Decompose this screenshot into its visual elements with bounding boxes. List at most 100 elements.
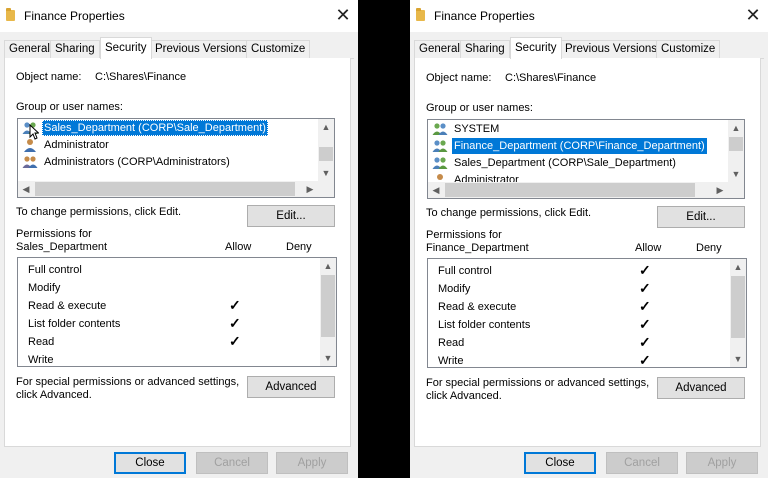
- object-name-label: Object name:: [16, 71, 82, 83]
- tab-strip: General Sharing Security Previous Versio…: [4, 37, 354, 59]
- permission-name: Full control: [28, 264, 82, 276]
- permission-row: Read & execute: [438, 298, 516, 316]
- scroll-left-icon[interactable]: ◀: [428, 182, 444, 198]
- allow-check-icon: ✓: [639, 352, 651, 368]
- allow-column-header: Allow: [225, 241, 252, 253]
- object-name-value: C:\Shares\Finance: [95, 71, 187, 83]
- scroll-left-icon[interactable]: ◀: [18, 181, 34, 197]
- tab-sharing[interactable]: Sharing: [50, 40, 100, 58]
- vertical-scrollbar[interactable]: ▲ ▼: [318, 119, 334, 181]
- scroll-up-icon[interactable]: ▲: [728, 120, 744, 136]
- advanced-button[interactable]: Advanced: [657, 377, 745, 399]
- scroll-down-icon[interactable]: ▼: [318, 165, 334, 181]
- permissions-for-name: Sales_Department: [16, 241, 108, 253]
- security-panel: Object name: C:\Shares\Finance Group or …: [414, 58, 761, 447]
- properties-dialog-left: Finance Properties ✕ General Sharing Sec…: [0, 0, 358, 478]
- tab-security[interactable]: Security: [100, 37, 152, 59]
- close-icon[interactable]: ✕: [332, 4, 354, 26]
- vertical-scrollbar[interactable]: ▲ ▼: [320, 258, 336, 366]
- scroll-down-icon[interactable]: ▼: [730, 351, 746, 367]
- scroll-right-icon[interactable]: ▶: [712, 182, 728, 198]
- folder-icon: [6, 8, 15, 21]
- permission-name: List folder contents: [438, 319, 531, 331]
- horizontal-scrollbar[interactable]: ◀ ▶: [18, 181, 318, 197]
- edit-button[interactable]: Edit...: [247, 205, 335, 227]
- permission-name: Modify: [438, 283, 471, 295]
- mouse-cursor-icon: [29, 124, 39, 140]
- tab-customize[interactable]: Customize: [656, 40, 721, 58]
- window-title: Finance Properties: [24, 9, 125, 23]
- user-list[interactable]: Sales_Department (CORP\Sale_Department) …: [17, 118, 335, 198]
- permission-name: Read: [28, 336, 55, 348]
- allow-check-icon: ✓: [639, 280, 651, 296]
- tab-security[interactable]: Security: [510, 37, 562, 59]
- permission-row: Full control: [28, 261, 82, 279]
- allow-check-icon: ✓: [229, 333, 241, 349]
- close-button[interactable]: Close: [524, 452, 596, 474]
- deny-column-header: Deny: [696, 242, 722, 254]
- title-bar[interactable]: Finance Properties ✕: [0, 0, 358, 32]
- scroll-thumb[interactable]: [729, 137, 743, 151]
- properties-dialog-right: Finance Properties ✕ General Sharing Sec…: [410, 0, 768, 478]
- tab-customize[interactable]: Customize: [246, 40, 311, 58]
- scroll-thumb[interactable]: [731, 276, 745, 338]
- scroll-up-icon[interactable]: ▲: [320, 258, 336, 274]
- allow-check-icon: ✓: [229, 315, 241, 331]
- vertical-scrollbar[interactable]: ▲ ▼: [730, 259, 746, 367]
- cancel-button[interactable]: Cancel: [196, 452, 268, 474]
- scroll-thumb[interactable]: [445, 183, 695, 197]
- close-icon[interactable]: ✕: [742, 4, 764, 26]
- permission-name: Write: [438, 355, 464, 367]
- cancel-button[interactable]: Cancel: [606, 452, 678, 474]
- group-or-user-names-label: Group or user names:: [16, 101, 123, 113]
- allow-check-icon: ✓: [639, 262, 651, 278]
- permissions-for-label: Permissions for: [426, 229, 502, 241]
- permission-row: Full control: [438, 262, 492, 280]
- tab-previous-versions[interactable]: Previous Versions: [150, 40, 253, 58]
- horizontal-scrollbar[interactable]: ◀ ▶: [428, 182, 728, 198]
- change-permissions-text: To change permissions, click Edit.: [426, 207, 592, 219]
- window-title: Finance Properties: [434, 9, 535, 23]
- title-bar[interactable]: Finance Properties ✕: [410, 0, 768, 32]
- apply-button[interactable]: Apply: [686, 452, 758, 474]
- scroll-down-icon[interactable]: ▼: [728, 166, 744, 182]
- scroll-thumb[interactable]: [321, 275, 335, 337]
- scroll-down-icon[interactable]: ▼: [320, 350, 336, 366]
- tab-sharing[interactable]: Sharing: [460, 40, 510, 58]
- permissions-list[interactable]: Full control Modify Read & execute List …: [17, 257, 337, 367]
- edit-button[interactable]: Edit...: [657, 206, 745, 228]
- user-name: Finance_Department (CORP\Finance_Departm…: [452, 138, 707, 154]
- tab-strip: General Sharing Security Previous Versio…: [414, 37, 764, 59]
- allow-check-icon: ✓: [639, 316, 651, 332]
- advanced-button[interactable]: Advanced: [247, 376, 335, 398]
- scroll-thumb[interactable]: [319, 147, 333, 161]
- click-advanced-text: click Advanced.: [16, 389, 92, 401]
- permission-row: Write: [28, 351, 53, 366]
- group-icon: [22, 156, 38, 168]
- allow-column-header: Allow: [635, 242, 662, 254]
- close-button[interactable]: Close: [114, 452, 186, 474]
- change-permissions-text: To change permissions, click Edit.: [16, 206, 182, 218]
- permissions-list[interactable]: Full control Modify Read & execute List …: [427, 258, 747, 368]
- folder-icon: [416, 8, 425, 21]
- tab-general[interactable]: General: [4, 40, 55, 58]
- vertical-scrollbar[interactable]: ▲ ▼: [728, 120, 744, 182]
- permission-row: List folder contents: [438, 316, 530, 334]
- scroll-up-icon[interactable]: ▲: [318, 119, 334, 135]
- allow-check-icon: ✓: [639, 334, 651, 350]
- group-or-user-names-label: Group or user names:: [426, 102, 533, 114]
- user-list[interactable]: SYSTEM Finance_Department (CORP\Finance_…: [427, 119, 745, 199]
- tab-previous-versions[interactable]: Previous Versions: [560, 40, 663, 58]
- permission-row: Read: [438, 334, 464, 352]
- permissions-for-name: Finance_Department: [426, 242, 529, 254]
- user-name: Administrators (CORP\Administrators): [44, 156, 230, 168]
- apply-button[interactable]: Apply: [276, 452, 348, 474]
- deny-column-header: Deny: [286, 241, 312, 253]
- scroll-right-icon[interactable]: ▶: [302, 181, 318, 197]
- group-icon: [432, 157, 448, 169]
- scroll-thumb[interactable]: [35, 182, 295, 196]
- tab-general[interactable]: General: [414, 40, 465, 58]
- permission-name: Read: [438, 337, 465, 349]
- permission-name: Read & execute: [438, 301, 517, 313]
- scroll-up-icon[interactable]: ▲: [730, 259, 746, 275]
